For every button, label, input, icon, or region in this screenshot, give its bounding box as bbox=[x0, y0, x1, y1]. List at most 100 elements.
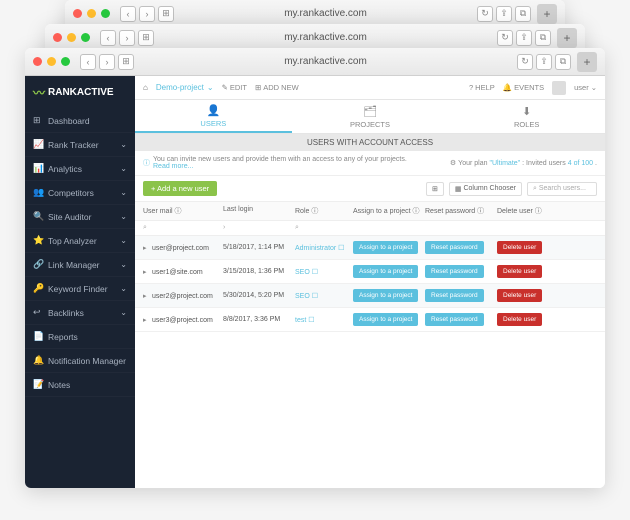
last-login: 8/8/2017, 3:36 PM bbox=[223, 316, 295, 323]
add-new-button[interactable]: ⊞ ADD NEW bbox=[255, 83, 299, 92]
expand-row[interactable]: ▸ bbox=[143, 244, 149, 252]
sidebar-item-notes[interactable]: 📝 Notes bbox=[25, 373, 135, 397]
avatar[interactable] bbox=[552, 81, 566, 95]
chevron-down-icon: ⌄ bbox=[120, 164, 127, 173]
tabs: 👤USERS 🗂PROJECTS ⬇ROLES bbox=[135, 100, 605, 134]
chevron-down-icon: ⌄ bbox=[120, 140, 127, 149]
role-link[interactable]: test ☐ bbox=[295, 317, 315, 324]
events-button[interactable]: 🔔EVENTS bbox=[503, 83, 544, 92]
chevron-down-icon: ⌄ bbox=[120, 308, 127, 317]
sidebar-item-rank-tracker[interactable]: 📈Rank Tracker⌄ bbox=[25, 133, 135, 157]
filter-login[interactable]: › bbox=[223, 224, 295, 232]
sidebar-item-competitors[interactable]: 👥Competitors⌄ bbox=[25, 181, 135, 205]
home-icon[interactable]: ⌂ bbox=[143, 83, 148, 92]
nav-label: Dashboard bbox=[48, 116, 127, 126]
expand-row[interactable]: ▸ bbox=[143, 292, 149, 300]
sidebar-item-analytics[interactable]: 📊Analytics⌄ bbox=[25, 157, 135, 181]
export-button[interactable]: ⊞ bbox=[426, 182, 444, 196]
sidebar-item-backlinks[interactable]: ↩Backlinks⌄ bbox=[25, 301, 135, 325]
col-last-login[interactable]: Last login bbox=[223, 206, 295, 216]
delete-user-button[interactable]: Delete user bbox=[497, 265, 542, 278]
filter-role[interactable]: ⌕ bbox=[295, 224, 353, 232]
search-input[interactable]: ⌕ Search users... bbox=[527, 182, 597, 196]
edit-button[interactable]: ✎ EDIT bbox=[222, 83, 247, 92]
sidebar-item-top-analyzer[interactable]: ⭐Top Analyzer⌄ bbox=[25, 229, 135, 253]
reset-password-button[interactable]: Reset password bbox=[425, 241, 484, 254]
tab-projects[interactable]: 🗂PROJECTS bbox=[292, 100, 449, 133]
nav-label: Rank Tracker bbox=[48, 140, 115, 150]
tabs-overview-button[interactable]: ⧉ bbox=[555, 54, 571, 70]
user-mail: user1@site.com bbox=[152, 269, 203, 276]
assign-button[interactable]: Assign to a project bbox=[353, 241, 418, 254]
reset-password-button[interactable]: Reset password bbox=[425, 289, 484, 302]
role-link[interactable]: SEO ☐ bbox=[295, 269, 318, 276]
minimize-dot[interactable] bbox=[47, 57, 56, 66]
logo: 〰RANKACTIVE bbox=[25, 76, 135, 109]
nav-icon: 📝 bbox=[33, 379, 43, 390]
column-chooser-button[interactable]: ▦ Column Chooser bbox=[449, 182, 522, 196]
table-row: ▸user1@site.com 3/15/2018, 1:36 PMSEO ☐ As… bbox=[135, 260, 605, 284]
maximize-dot[interactable] bbox=[61, 57, 70, 66]
nav-icon: 👥 bbox=[33, 187, 43, 198]
chevron-down-icon: ⌄ bbox=[120, 260, 127, 269]
info-text: You can invite new users and provide the… bbox=[153, 156, 407, 170]
plan-info: ⚙ Your plan "Ultimate": Invited users 4 … bbox=[450, 159, 597, 167]
nav-icon: 🔗 bbox=[33, 259, 43, 270]
reload-button[interactable]: ↻ bbox=[517, 54, 533, 70]
chevron-down-icon: ⌄ bbox=[120, 284, 127, 293]
expand-row[interactable]: ▸ bbox=[143, 268, 149, 276]
nav-icon: 🔍 bbox=[33, 211, 43, 222]
sidebar-item-site-auditor[interactable]: 🔍Site Auditor⌄ bbox=[25, 205, 135, 229]
user-menu[interactable]: user⌄ bbox=[574, 83, 597, 92]
sidebar-item-reports[interactable]: 📄Reports bbox=[25, 325, 135, 349]
tab-users[interactable]: 👤USERS bbox=[135, 100, 292, 133]
delete-user-button[interactable]: Delete user bbox=[497, 289, 542, 302]
tab-roles[interactable]: ⬇ROLES bbox=[448, 100, 605, 133]
reset-password-button[interactable]: Reset password bbox=[425, 313, 484, 326]
sidebar-item-link-manager[interactable]: 🔗Link Manager⌄ bbox=[25, 253, 135, 277]
nav-icon: 📊 bbox=[33, 163, 43, 174]
tabs-button[interactable]: ⊞ bbox=[118, 54, 134, 70]
user-mail: user2@project.com bbox=[152, 293, 213, 300]
sidebar-item-keyword-finder[interactable]: 🔑Keyword Finder⌄ bbox=[25, 277, 135, 301]
roles-icon: ⬇ bbox=[522, 105, 531, 118]
table-row: ▸user3@project.com 8/8/2017, 3:36 PMtest … bbox=[135, 308, 605, 332]
assign-button[interactable]: Assign to a project bbox=[353, 313, 418, 326]
sidebar-item-dashboard[interactable]: ⊞Dashboard bbox=[25, 109, 135, 133]
close-dot[interactable] bbox=[33, 57, 42, 66]
nav-label: Reports bbox=[48, 332, 127, 342]
col-role[interactable]: Role ⓘ bbox=[295, 206, 353, 216]
topbar: ⌂ Demo-project ⌄ ✎ EDIT ⊞ ADD NEW ? HELP… bbox=[135, 76, 605, 100]
expand-row[interactable]: ▸ bbox=[143, 316, 149, 324]
nav-label: Competitors bbox=[48, 188, 115, 198]
col-user-mail[interactable]: User mail ⓘ bbox=[143, 206, 223, 216]
add-user-button[interactable]: + Add a new user bbox=[143, 181, 217, 196]
reset-password-button[interactable]: Reset password bbox=[425, 265, 484, 278]
project-selector[interactable]: Demo-project ⌄ bbox=[156, 83, 214, 92]
nav-label: Notification Manager bbox=[48, 356, 127, 366]
read-more-link[interactable]: Read more... bbox=[153, 163, 193, 170]
chevron-down-icon: ⌄ bbox=[120, 236, 127, 245]
share-button[interactable]: ⇪ bbox=[536, 54, 552, 70]
back-button[interactable]: ‹ bbox=[80, 54, 96, 70]
logo-icon: 〰 bbox=[33, 84, 45, 101]
user-mail: user3@project.com bbox=[152, 317, 213, 324]
nav-label: Top Analyzer bbox=[48, 236, 115, 246]
sidebar-item-notification-manager[interactable]: 🔔Notification Manager bbox=[25, 349, 135, 373]
help-button[interactable]: ? HELP bbox=[469, 83, 495, 92]
delete-user-button[interactable]: Delete user bbox=[497, 241, 542, 254]
browser-chrome: ‹ › ⊞ my.rankactive.com ↻ ⇪ ⧉ + bbox=[25, 48, 605, 76]
delete-user-button[interactable]: Delete user bbox=[497, 313, 542, 326]
role-link[interactable]: SEO ☐ bbox=[295, 293, 318, 300]
user-mail: user@project.com bbox=[152, 245, 209, 252]
info-icon: ⓘ bbox=[143, 158, 150, 168]
role-link[interactable]: Administrator ☐ bbox=[295, 245, 344, 252]
nav-label: Notes bbox=[48, 380, 127, 390]
url-bar[interactable]: my.rankactive.com bbox=[137, 56, 514, 67]
new-tab-button[interactable]: + bbox=[577, 52, 597, 72]
assign-button[interactable]: Assign to a project bbox=[353, 289, 418, 302]
filter-mail[interactable]: ⌕ bbox=[143, 224, 223, 232]
forward-button[interactable]: › bbox=[99, 54, 115, 70]
last-login: 3/15/2018, 1:36 PM bbox=[223, 268, 295, 275]
assign-button[interactable]: Assign to a project bbox=[353, 265, 418, 278]
